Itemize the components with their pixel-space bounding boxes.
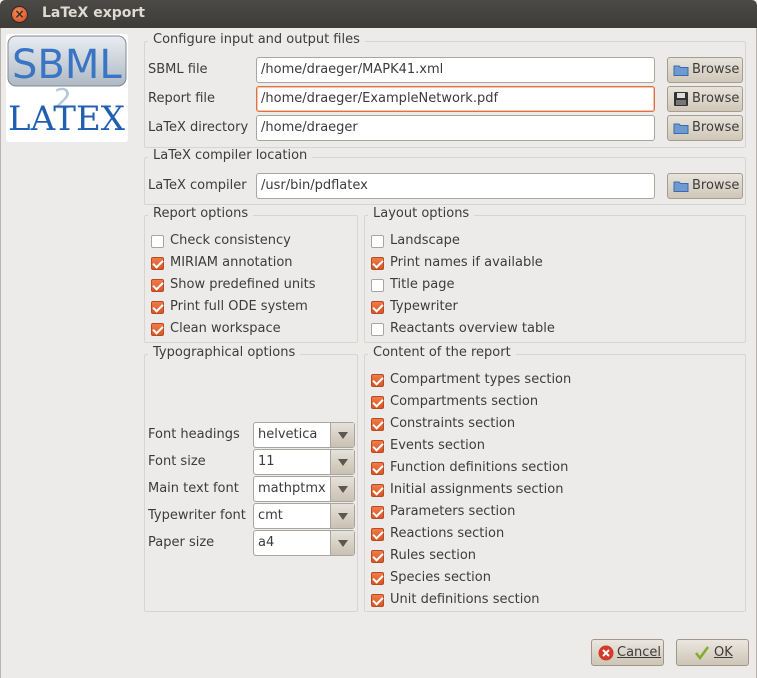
dropdown-value: cmt <box>258 508 283 523</box>
dropdown-value: a4 <box>258 535 275 550</box>
unchecked-checkbox[interactable] <box>371 279 384 292</box>
checked-checkbox[interactable] <box>371 374 384 387</box>
unchecked-checkbox[interactable] <box>371 323 384 336</box>
typo-option-dropdown[interactable]: mathptmx <box>253 476 355 502</box>
cancel-icon <box>598 645 614 661</box>
checked-checkbox[interactable] <box>371 572 384 585</box>
latex-directory-label: LaTeX directory <box>148 120 249 135</box>
sbml-file-label: SBML file <box>148 62 208 77</box>
compiler-group-title: LaTeX compiler location <box>148 148 313 163</box>
checked-checkbox[interactable] <box>371 550 384 563</box>
folder-icon <box>673 181 689 192</box>
title-bar: × LaTeX export <box>0 0 757 28</box>
chevron-down-icon[interactable] <box>330 477 354 501</box>
typo-option-label: Typewriter font <box>148 508 246 523</box>
sbml-file-input[interactable]: /home/draeger/MAPK41.xml <box>256 57 655 83</box>
content-title: Content of the report <box>368 345 516 360</box>
browse-label: Browse <box>692 91 740 106</box>
report-option-checkbox-label: MIRIAM annotation <box>170 255 293 270</box>
chevron-down-icon[interactable] <box>330 450 354 474</box>
typo-option-dropdown[interactable]: cmt <box>253 503 355 529</box>
logo-latex-text: LATEX <box>8 99 126 139</box>
typo-option-label: Font headings <box>148 427 240 442</box>
checked-checkbox[interactable] <box>371 257 384 270</box>
chevron-down-icon[interactable] <box>330 423 354 447</box>
checked-checkbox[interactable] <box>371 506 384 519</box>
report-option-checkbox-label: Show predefined units <box>170 277 316 292</box>
checked-checkbox[interactable] <box>371 528 384 541</box>
browse-label: Browse <box>692 62 740 77</box>
content-section-checkbox-label: Initial assignments section <box>390 482 564 497</box>
checked-checkbox[interactable] <box>151 323 164 336</box>
checked-checkbox[interactable] <box>371 418 384 431</box>
unchecked-checkbox[interactable] <box>151 235 164 248</box>
ok-label: OK <box>714 645 733 660</box>
typo-option-dropdown[interactable]: 11 <box>253 449 355 475</box>
layout-option-checkbox-label: Landscape <box>390 233 460 248</box>
typo-option-label: Main text font <box>148 481 239 496</box>
content-section-checkbox-label: Compartments section <box>390 394 539 409</box>
report-browse-button[interactable]: Browse <box>667 86 743 112</box>
typo-option-dropdown[interactable]: a4 <box>253 530 355 556</box>
layout-option-checkbox-label: Typewriter <box>390 299 458 314</box>
checked-checkbox[interactable] <box>371 301 384 314</box>
content-section-checkbox-label: Unit definitions section <box>390 592 540 607</box>
cancel-label: Cancel <box>617 645 662 660</box>
content-section-checkbox-label: Species section <box>390 570 491 585</box>
unchecked-checkbox[interactable] <box>371 235 384 248</box>
save-icon <box>674 92 688 106</box>
checked-checkbox[interactable] <box>151 301 164 314</box>
ok-button[interactable]: OK <box>676 639 749 666</box>
checked-checkbox[interactable] <box>151 257 164 270</box>
cancel-button[interactable]: Cancel <box>591 639 664 666</box>
checked-checkbox[interactable] <box>151 279 164 292</box>
checked-checkbox[interactable] <box>371 440 384 453</box>
content-section-checkbox-label: Function definitions section <box>390 460 569 475</box>
browse-label: Browse <box>692 120 740 135</box>
browse-label: Browse <box>692 178 740 193</box>
checked-checkbox[interactable] <box>371 396 384 409</box>
dropdown-value: mathptmx <box>258 481 326 496</box>
io-group-title: Configure input and output files <box>148 32 365 47</box>
content-section-checkbox-label: Compartment types section <box>390 372 572 387</box>
report-option-checkbox-label: Print full ODE system <box>170 299 308 314</box>
folder-icon <box>673 123 689 134</box>
chevron-down-icon[interactable] <box>330 504 354 528</box>
content-section-checkbox-label: Reactions section <box>390 526 505 541</box>
latex-compiler-label: LaTeX compiler <box>148 178 247 193</box>
sbml2latex-logo: SBML 2 LATEX <box>6 34 128 142</box>
content-section-checkbox-label: Rules section <box>390 548 477 563</box>
checked-checkbox[interactable] <box>371 462 384 475</box>
typo-option-dropdown[interactable]: helvetica <box>253 422 355 448</box>
report-option-checkbox-label: Clean workspace <box>170 321 281 336</box>
content-section-checkbox-label: Events section <box>390 438 485 453</box>
checked-checkbox[interactable] <box>371 484 384 497</box>
latex-directory-input[interactable]: /home/draeger <box>256 115 655 141</box>
latexdir-browse-button[interactable]: Browse <box>667 115 743 141</box>
report-file-label: Report file <box>148 91 216 106</box>
content-section-checkbox-label: Parameters section <box>390 504 516 519</box>
compiler-browse-button[interactable]: Browse <box>667 173 743 199</box>
checkmark-icon <box>695 646 710 661</box>
typographical-options-title: Typographical options <box>148 345 301 360</box>
report-options-title: Report options <box>148 206 254 221</box>
report-option-checkbox-label: Check consistency <box>170 233 291 248</box>
latex-compiler-input[interactable]: /usr/bin/pdflatex <box>256 173 655 199</box>
close-icon[interactable]: × <box>11 6 28 23</box>
typo-option-label: Font size <box>148 454 206 469</box>
window-title: LaTeX export <box>42 5 145 21</box>
checked-checkbox[interactable] <box>371 594 384 607</box>
folder-icon <box>673 65 689 76</box>
dropdown-value: helvetica <box>258 427 318 442</box>
dropdown-value: 11 <box>258 454 275 469</box>
report-file-input[interactable]: /home/draeger/ExampleNetwork.pdf <box>256 86 655 112</box>
chevron-down-icon[interactable] <box>330 531 354 555</box>
layout-option-checkbox-label: Reactants overview table <box>390 321 555 336</box>
sbml-browse-button[interactable]: Browse <box>667 57 743 83</box>
typo-option-label: Paper size <box>148 535 215 550</box>
content-section-checkbox-label: Constraints section <box>390 416 516 431</box>
layout-options-title: Layout options <box>368 206 475 221</box>
layout-option-checkbox-label: Title page <box>390 277 455 292</box>
layout-option-checkbox-label: Print names if available <box>390 255 543 270</box>
